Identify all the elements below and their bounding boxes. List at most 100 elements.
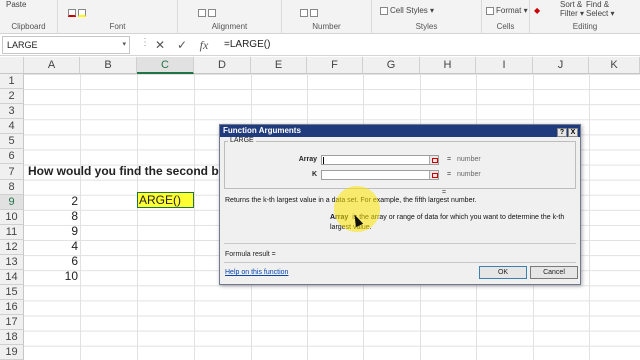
value-cell[interactable]: 9 [22,224,78,238]
check-icon[interactable]: ✓ [174,37,190,53]
k-label: K [311,171,317,178]
col-header-k[interactable]: K [589,57,640,74]
editing-group: ◆ Sort & Filter ▾ Find & Select ▾ Editin… [530,0,640,34]
row-header[interactable]: 1 [0,74,24,89]
font-group: Font [58,0,178,34]
col-header-e[interactable]: E [251,57,307,74]
row-header[interactable]: 10 [0,210,24,225]
alignment-group-label: Alignment [211,22,248,31]
close-icon[interactable]: X [568,128,578,137]
find-select-button[interactable]: Find & [586,0,609,9]
value-cell[interactable]: 8 [22,209,78,223]
formula-input[interactable]: =LARGE() [224,39,270,50]
cell-styles-button[interactable]: Cell Styles ▾ [380,6,434,15]
cell-styles-icon [380,6,388,15]
close-icon[interactable]: ✕ [152,37,168,53]
row-header[interactable]: 15 [0,285,24,300]
help-link[interactable]: Help on this function [225,269,288,276]
divider [224,262,576,263]
row-header[interactable]: 5 [0,134,24,149]
function-arguments-dialog: Function Arguments ? X LARGE Array = numb… [219,124,581,285]
select-all[interactable] [0,57,24,74]
col-header-i[interactable]: I [476,57,533,74]
grid-divider [137,74,138,360]
cancel-button[interactable]: Cancel [530,266,578,279]
formula-bar: LARGE ▾ ⋮ ✕ ✓ fx =LARGE() [0,34,640,56]
active-cell-text[interactable]: ARGE() [138,193,193,207]
clear-icon[interactable]: ◆ [534,6,540,15]
col-header-a[interactable]: A [24,57,80,74]
array-label: Array [298,156,317,163]
col-header-j[interactable]: J [533,57,589,74]
value-cell[interactable]: 10 [22,269,78,283]
grid-divider [589,74,590,360]
font-color-icon[interactable] [68,8,88,17]
arguments-group: LARGE Array = number K = number [224,137,576,189]
chevron-down-icon[interactable]: ▾ [122,40,126,48]
cells-group-label: Cells [496,22,515,31]
col-header-g[interactable]: G [363,57,420,74]
row-header[interactable]: 12 [0,240,24,255]
row-header[interactable]: 8 [0,180,24,195]
alignment-group: Alignment [178,0,282,34]
k-input[interactable] [321,170,439,180]
question-cell[interactable]: How would you find the second b [28,164,219,178]
filter-label: Filter ▾ [560,9,585,18]
format-button[interactable]: Format ▾ [486,6,528,15]
indent-icon[interactable] [198,8,218,17]
k-equals: = [447,171,452,178]
number-group-label: Number [312,22,341,31]
row-header[interactable]: 3 [0,104,24,119]
col-header-d[interactable]: D [194,57,251,74]
ok-button[interactable]: OK [479,266,527,279]
ribbon: Paste Clipboard Font Alignment Number Ce… [0,0,640,34]
row-header[interactable]: 11 [0,225,24,240]
col-header-b[interactable]: B [80,57,137,74]
divider [224,243,576,244]
clipboard-group-label: Clipboard [11,22,46,31]
row-header[interactable]: 13 [0,255,24,270]
editing-group-label: Editing [572,22,598,31]
clipboard-group: Paste Clipboard [0,0,58,34]
formula-result: Formula result = [225,251,276,258]
col-header-f[interactable]: F [307,57,363,74]
array-input[interactable] [321,155,439,165]
value-cell[interactable]: 6 [22,254,78,268]
styles-group: Cell Styles ▾ Styles [372,0,482,34]
styles-group-label: Styles [415,22,438,31]
grid-divider [80,74,81,360]
row-header[interactable]: 2 [0,89,24,104]
collapse-dialog-icon[interactable] [429,156,438,164]
row-header[interactable]: 14 [0,270,24,285]
dialog-titlebar[interactable]: Function Arguments ? X [220,125,580,137]
row-header-selected[interactable]: 9 [0,195,24,210]
cells-group: Format ▾ Cells [482,0,530,34]
help-icon[interactable]: ? [557,128,567,137]
collapse-dialog-icon[interactable] [429,171,438,179]
row-header[interactable]: 4 [0,119,24,134]
select-label: Select ▾ [586,9,615,18]
array-equals: = [447,156,452,163]
value-cell[interactable]: 4 [22,239,78,253]
dots-icon: ⋮ [140,37,150,48]
number-group: Number [282,0,372,34]
col-header-h[interactable]: H [420,57,476,74]
row-header[interactable]: 18 [0,330,24,345]
grid-divider [194,74,195,360]
name-box[interactable]: LARGE ▾ [2,36,130,54]
font-group-label: Font [109,22,126,31]
row-header[interactable]: 7 [0,164,24,180]
fx-icon[interactable]: fx [196,37,212,53]
row-header[interactable]: 19 [0,345,24,360]
row-header[interactable]: 17 [0,315,24,330]
value-cell[interactable]: 2 [22,194,78,208]
format-icon [486,6,494,15]
col-header-c[interactable]: C [137,57,194,74]
text-caret [323,157,324,164]
array-hint: number [457,156,481,163]
decimal-icon[interactable] [300,8,320,17]
sort-filter-button[interactable]: Sort & [560,0,582,9]
row-header[interactable]: 16 [0,300,24,315]
paste-button[interactable]: Paste [6,0,26,9]
row-header[interactable]: 6 [0,149,24,164]
